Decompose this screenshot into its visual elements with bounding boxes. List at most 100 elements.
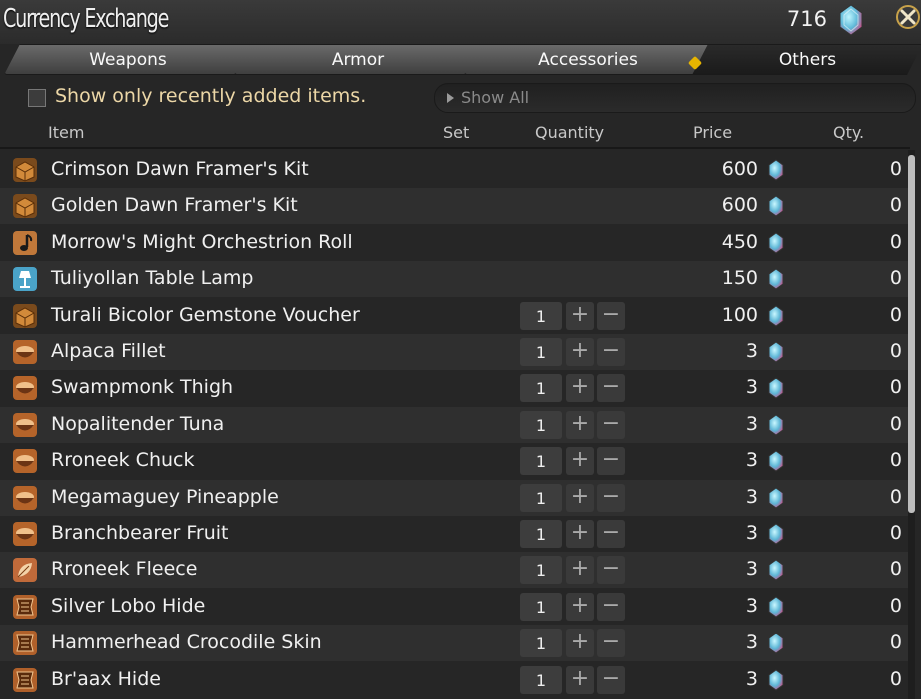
item-price: 3	[745, 667, 758, 690]
item-qty: 0	[889, 376, 902, 399]
table-row[interactable]: Swampmonk Thigh 1 + − 3 0	[0, 370, 908, 406]
item-name: Branchbearer Fruit	[51, 522, 229, 544]
table-row[interactable]: Golden Dawn Framer's Kit 600 0	[0, 188, 908, 225]
header-price: Price	[693, 123, 733, 142]
table-row[interactable]: Megamaguey Pineapple 1 + − 3 0	[0, 479, 908, 516]
recent-items-checkbox[interactable]	[28, 89, 46, 107]
quantity-value[interactable]: 1	[520, 338, 562, 366]
plus-button[interactable]: +	[566, 301, 594, 330]
quantity-stepper[interactable]: 1 + −	[520, 629, 626, 658]
gemstone-icon	[768, 559, 784, 582]
minus-button[interactable]: −	[597, 592, 625, 621]
quantity-stepper[interactable]: 1 + −	[520, 374, 626, 403]
quantity-stepper[interactable]: 1 + −	[520, 665, 626, 694]
item-name: Silver Lobo Hide	[51, 594, 206, 617]
plus-button[interactable]: +	[566, 483, 594, 512]
plus-button[interactable]: +	[566, 374, 594, 403]
tab-accessories[interactable]: Accessories	[464, 44, 712, 75]
music-note-icon	[12, 230, 38, 256]
quantity-value[interactable]: 1	[520, 301, 562, 330]
minus-button[interactable]: −	[597, 374, 625, 403]
table-row[interactable]: Rroneek Fleece 1 + − 3 0	[0, 552, 908, 589]
item-name: Crimson Dawn Framer's Kit	[51, 158, 309, 180]
gemstone-currency-icon	[839, 4, 863, 36]
plus-button[interactable]: +	[566, 592, 594, 621]
minus-button[interactable]: −	[597, 447, 625, 476]
item-qty: 0	[889, 158, 902, 180]
item-qty: 0	[889, 303, 902, 326]
table-row[interactable]: Br'aax Hide 1 + − 3 0	[0, 662, 908, 698]
header-divider	[0, 147, 910, 149]
quantity-value[interactable]: 1	[520, 629, 562, 658]
plus-button[interactable]: +	[566, 410, 594, 439]
tab-weapons[interactable]: Weapons	[4, 44, 252, 75]
plus-button[interactable]: +	[566, 520, 594, 548]
minus-button[interactable]: −	[597, 629, 625, 658]
quantity-stepper[interactable]: 1 + −	[520, 520, 626, 548]
quantity-stepper[interactable]: 1 + −	[520, 301, 626, 330]
quantity-value[interactable]: 1	[520, 665, 562, 694]
quantity-stepper[interactable]: 1 + −	[520, 556, 626, 585]
gemstone-icon	[768, 632, 784, 654]
minus-button[interactable]: −	[597, 301, 625, 330]
quantity-value[interactable]: 1	[520, 447, 562, 476]
item-price: 3	[745, 594, 758, 617]
minus-button[interactable]: −	[597, 338, 625, 366]
quantity-value[interactable]: 1	[520, 520, 562, 548]
crate-icon	[12, 157, 38, 183]
item-price: 600	[721, 158, 758, 180]
minus-button[interactable]: −	[597, 665, 625, 694]
quantity-stepper[interactable]: 1 + −	[520, 592, 626, 621]
table-row[interactable]: Alpaca Fillet 1 + − 3 0	[0, 334, 908, 370]
filter-dropdown[interactable]: Show All	[434, 83, 916, 113]
table-row[interactable]: Rroneek Chuck 1 + − 3 0	[0, 443, 908, 479]
plus-button[interactable]: +	[566, 338, 594, 366]
plus-button[interactable]: +	[566, 665, 594, 694]
gemstone-icon	[768, 668, 784, 691]
quantity-value[interactable]: 1	[520, 483, 562, 512]
currency-amount: 716	[786, 7, 827, 31]
quantity-value[interactable]: 1	[520, 556, 562, 585]
minus-button[interactable]: −	[597, 520, 625, 548]
item-price: 3	[745, 631, 758, 654]
quantity-value[interactable]: 1	[520, 374, 562, 403]
item-qty: 0	[889, 594, 902, 617]
header-quantity: Quantity	[535, 123, 605, 142]
scrollbar-thumb[interactable]	[908, 155, 915, 513]
item-name: Br'aax Hide	[51, 667, 161, 690]
title-bar: Currency Exchange 716	[0, 0, 921, 44]
quantity-stepper[interactable]: 1 + −	[520, 447, 626, 476]
plus-button[interactable]: +	[566, 556, 594, 585]
plus-button[interactable]: +	[566, 629, 594, 658]
item-price: 3	[745, 376, 758, 399]
table-row[interactable]: Silver Lobo Hide 1 + − 3 0	[0, 589, 908, 625]
gemstone-icon	[768, 486, 784, 509]
minus-button[interactable]: −	[597, 483, 625, 512]
gemstone-icon	[768, 377, 784, 400]
quantity-stepper[interactable]: 1 + −	[520, 483, 626, 512]
gemstone-icon	[768, 268, 784, 290]
plus-button[interactable]: +	[566, 447, 594, 476]
minus-button[interactable]: −	[597, 556, 625, 585]
table-row[interactable]: Branchbearer Fruit 1 + − 3 0	[0, 516, 908, 552]
header-item: Item	[48, 123, 85, 142]
tab-armor[interactable]: Armor	[234, 44, 482, 75]
close-icon[interactable]	[895, 4, 921, 30]
quantity-value[interactable]: 1	[520, 410, 562, 439]
minus-button[interactable]: −	[597, 410, 625, 439]
table-row[interactable]: Nopalitender Tuna 1 + − 3 0	[0, 406, 908, 443]
table-row[interactable]: Hammerhead Crocodile Skin 1 + − 3 0	[0, 625, 908, 662]
item-name: Golden Dawn Framer's Kit	[51, 194, 298, 217]
table-row[interactable]: Turali Bicolor Gemstone Voucher 1 + − 10…	[0, 298, 908, 334]
item-list: Crimson Dawn Framer's Kit 600 0 Golden Dawn…	[0, 152, 908, 699]
quantity-stepper[interactable]: 1 + −	[520, 410, 626, 439]
recent-items-label[interactable]: Show only recently added items.	[55, 85, 366, 107]
quantity-value[interactable]: 1	[520, 592, 562, 621]
item-qty: 0	[889, 412, 902, 435]
bowl-icon	[12, 339, 38, 365]
table-row[interactable]: Crimson Dawn Framer's Kit 600 0	[0, 152, 908, 188]
table-row[interactable]: Tuliyollan Table Lamp 150 0	[0, 261, 908, 298]
table-row[interactable]: Morrow's Might Orchestrion Roll 450 0	[0, 225, 908, 261]
quantity-stepper[interactable]: 1 + −	[520, 338, 626, 366]
tab-others[interactable]: Others	[692, 44, 921, 75]
